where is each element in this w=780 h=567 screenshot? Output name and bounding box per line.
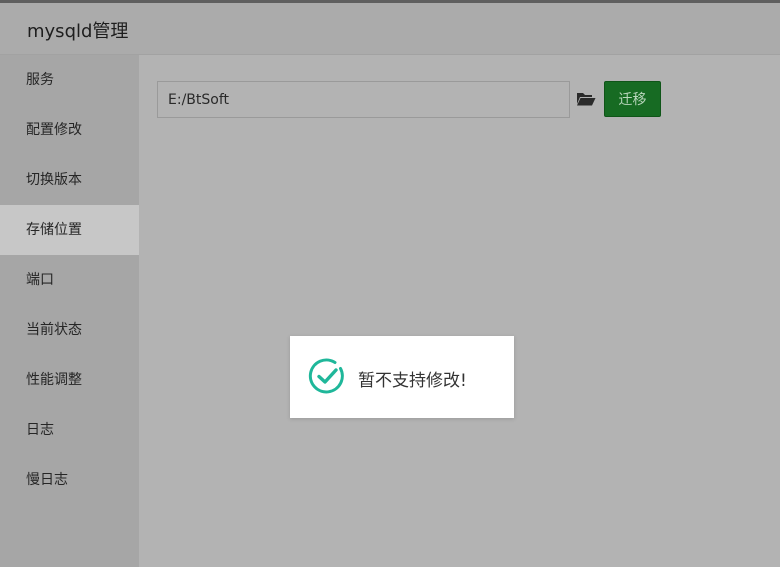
dialog-title: mysqld管理: [27, 21, 129, 42]
sidebar-item-service[interactable]: 服务: [0, 55, 139, 105]
sidebar-menu: 服务 配置修改 切换版本 存储位置 端口 当前状态 性能调整 日志 慢日志: [0, 55, 139, 567]
sidebar-item-status[interactable]: 当前状态: [0, 305, 139, 355]
sidebar-item-performance[interactable]: 性能调整: [0, 355, 139, 405]
migrate-button[interactable]: 迁移: [604, 81, 661, 117]
toast-message: 暂不支持修改!: [290, 336, 514, 418]
mysqld-manager-dialog: mysqld管理 服务 配置修改 切换版本 存储位置 端口 当前状态 性能调整 …: [0, 3, 780, 567]
toast-text: 暂不支持修改!: [358, 371, 467, 391]
sidebar-item-slow-log[interactable]: 慢日志: [0, 455, 139, 505]
sidebar-item-port[interactable]: 端口: [0, 255, 139, 305]
sidebar-item-storage-location[interactable]: 存储位置: [0, 205, 139, 255]
storage-location-panel: 迁移: [139, 55, 780, 567]
storage-path-input[interactable]: [157, 81, 570, 118]
dialog-title-bar[interactable]: mysqld管理: [0, 3, 780, 55]
sidebar-item-switch-version[interactable]: 切换版本: [0, 155, 139, 205]
folder-open-icon[interactable]: [576, 91, 596, 107]
check-circle-icon: [308, 357, 346, 395]
sidebar-item-config[interactable]: 配置修改: [0, 105, 139, 155]
sidebar-item-log[interactable]: 日志: [0, 405, 139, 455]
